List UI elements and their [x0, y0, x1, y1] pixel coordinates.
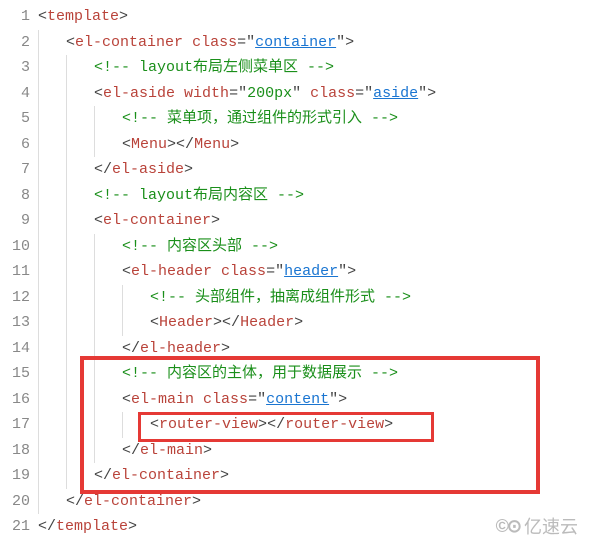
- line-number: 19: [0, 463, 30, 489]
- line-number: 10: [0, 234, 30, 260]
- line-number: 2: [0, 30, 30, 56]
- code-line: <!-- 内容区头部 -->: [38, 234, 590, 260]
- line-number: 21: [0, 514, 30, 540]
- code-line: <el-main class="content">: [38, 387, 590, 413]
- code-area[interactable]: <template> <el-container class="containe…: [38, 0, 590, 549]
- line-number: 5: [0, 106, 30, 132]
- code-line: <router-view></router-view>: [38, 412, 590, 438]
- line-number: 8: [0, 183, 30, 209]
- code-line: <el-header class="header">: [38, 259, 590, 285]
- watermark-text: 亿速云: [524, 513, 578, 539]
- line-number: 16: [0, 387, 30, 413]
- code-line: </el-header>: [38, 336, 590, 362]
- line-number: 15: [0, 361, 30, 387]
- code-line: <Header></Header>: [38, 310, 590, 336]
- code-line: <!-- layout布局内容区 -->: [38, 183, 590, 209]
- code-line: <Menu></Menu>: [38, 132, 590, 158]
- line-number: 6: [0, 132, 30, 158]
- line-number-gutter: 1 2 3 4 5 6 7 8 9 10 11 12 13 14 15 16 1…: [0, 0, 38, 549]
- code-line: <!-- layout布局左侧菜单区 -->: [38, 55, 590, 81]
- line-number: 4: [0, 81, 30, 107]
- line-number: 12: [0, 285, 30, 311]
- watermark: ©⊙ 亿速云: [496, 513, 578, 539]
- code-editor: 1 2 3 4 5 6 7 8 9 10 11 12 13 14 15 16 1…: [0, 0, 590, 549]
- line-number: 17: [0, 412, 30, 438]
- code-line: <!-- 菜单项，通过组件的形式引入 -->: [38, 106, 590, 132]
- line-number: 3: [0, 55, 30, 81]
- line-number: 18: [0, 438, 30, 464]
- code-line: <!-- 内容区的主体，用于数据展示 -->: [38, 361, 590, 387]
- code-line: </el-aside>: [38, 157, 590, 183]
- code-line: </el-container>: [38, 463, 590, 489]
- line-number: 1: [0, 4, 30, 30]
- line-number: 14: [0, 336, 30, 362]
- line-number: 9: [0, 208, 30, 234]
- code-line: <el-container>: [38, 208, 590, 234]
- code-line: </el-main>: [38, 438, 590, 464]
- code-line: <el-container class="container">: [38, 30, 590, 56]
- watermark-icon: ©⊙: [496, 516, 520, 537]
- code-line: <el-aside width="200px" class="aside">: [38, 81, 590, 107]
- line-number: 11: [0, 259, 30, 285]
- line-number: 13: [0, 310, 30, 336]
- code-line: </el-container>: [38, 489, 590, 515]
- code-line: <template>: [38, 4, 590, 30]
- code-line: <!-- 头部组件，抽离成组件形式 -->: [38, 285, 590, 311]
- line-number: 20: [0, 489, 30, 515]
- line-number: 7: [0, 157, 30, 183]
